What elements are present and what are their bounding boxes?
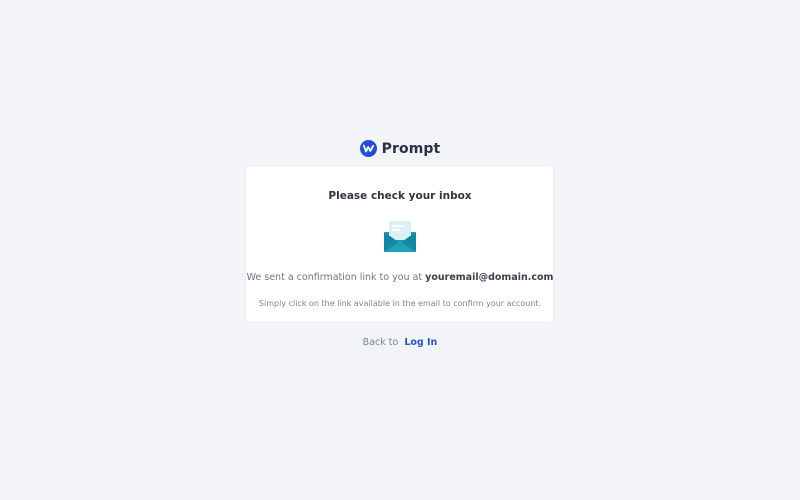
confirmation-message: We sent a confirmation link to you at yo…	[0, 272, 800, 283]
card-title: Please check your inbox	[328, 190, 472, 202]
brand-header: Prompt	[0, 140, 800, 157]
brand-name: Prompt	[381, 140, 441, 157]
email-address: youremail@domain.com	[425, 272, 554, 283]
back-to-login: Back to Log In	[0, 337, 800, 348]
login-link[interactable]: Log In	[404, 337, 437, 348]
confirmation-hint: Simply click on the link available in th…	[258, 299, 542, 308]
open-envelope-icon	[382, 219, 418, 255]
back-text: Back to	[362, 337, 399, 348]
prompt-logo-icon	[359, 140, 377, 157]
message-prefix: We sent a confirmation link to you at	[246, 272, 423, 283]
